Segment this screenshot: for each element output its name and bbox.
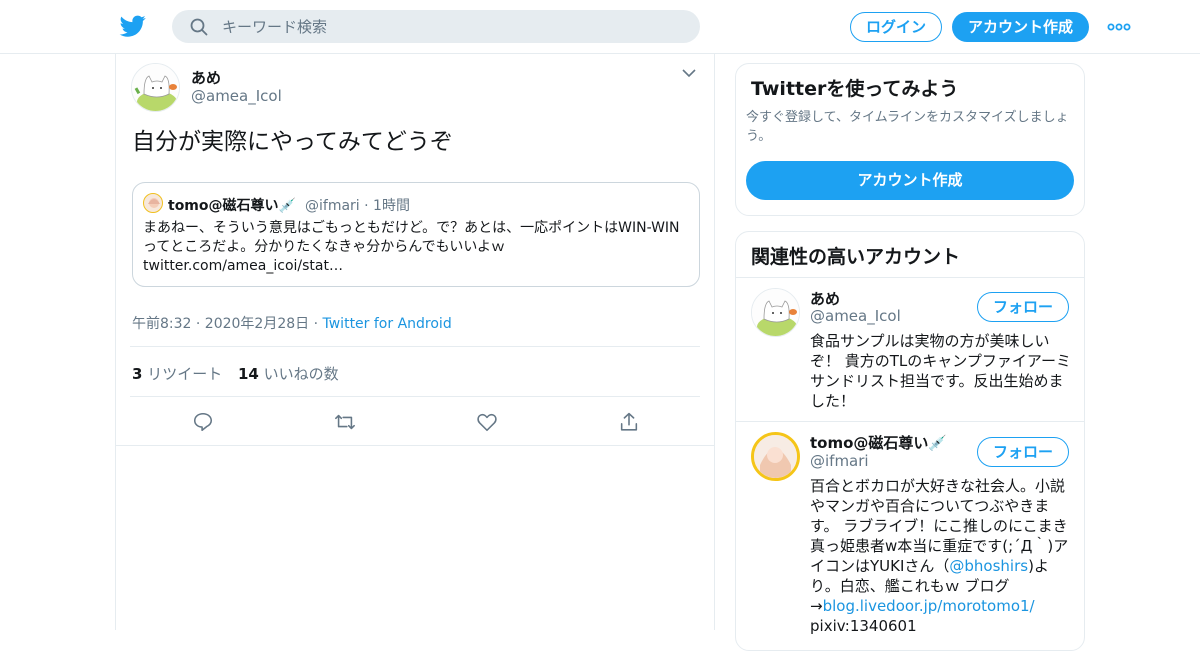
author-name[interactable]: あめ (191, 67, 221, 88)
login-button[interactable]: ログイン (850, 12, 942, 42)
cat-avatar-icon (132, 64, 179, 111)
retweet-icon[interactable] (334, 411, 356, 433)
relevant-accounts-title: 関連性の高いアカウント (751, 246, 961, 268)
signup-card: Twitterを使ってみよう 今すぐ登録して、タイムラインをカスタマイズしましょ… (735, 63, 1085, 216)
tweet-source-link[interactable]: Twitter for Android (323, 316, 452, 332)
account-bio: 食品サンプルは実物の方が美味しいぞ！ 貴方のTLのキャンプファイアーミサンドリス… (810, 332, 1071, 410)
account-avatar[interactable] (751, 288, 800, 337)
anime-avatar-icon (148, 198, 160, 208)
cat-avatar-icon (752, 289, 799, 336)
quoted-text: まあねー、そういう意見はごもっともだけど。で？あとは、一応ポイントはWIN-WI… (143, 220, 680, 274)
divider (736, 277, 1084, 278)
top-bar: ログイン アカウント作成 (0, 0, 1200, 54)
follow-button[interactable]: フォロー (977, 437, 1069, 467)
syringe-icon: 💉 (928, 434, 948, 452)
divider (736, 421, 1084, 422)
account-handle[interactable]: @ifmari (810, 452, 869, 470)
more-options-icon[interactable] (1107, 18, 1131, 36)
retweet-count[interactable]: 3 リツイート (132, 363, 222, 384)
tweet-timestamp: 午前8:32 · 2020年2月28日 (132, 316, 310, 332)
signup-card-title: Twitterを使ってみよう (751, 78, 959, 100)
quoted-author-avatar (143, 193, 163, 213)
signup-card-button[interactable]: アカウント作成 (746, 161, 1074, 200)
account-name[interactable]: tomo@磁石尊い💉 (810, 432, 947, 453)
quoted-tweet[interactable]: tomo@磁石尊い💉 @ifmari · 1時間 まあねー、そういう意見はごもっ… (132, 182, 700, 287)
search-input[interactable] (222, 10, 682, 43)
tweet-stats: 3 リツイート 14 いいねの数 (130, 346, 700, 397)
reply-icon[interactable] (192, 411, 214, 433)
like-count[interactable]: 14 いいねの数 (238, 363, 339, 384)
relevant-accounts-card: 関連性の高いアカウント あめ @amea_Icol フォロー 食品サンプルは実物… (735, 231, 1085, 651)
quoted-author-name: tomo@磁石尊い💉 (168, 198, 296, 214)
search-icon (190, 18, 208, 36)
follow-button[interactable]: フォロー (977, 292, 1069, 322)
blog-link[interactable]: blog.livedoor.jp/morotomo1/ (823, 597, 1035, 615)
tweet-actions (130, 397, 700, 445)
tweet-meta: 午前8:32 · 2020年2月28日 · Twitter for Androi… (132, 316, 452, 332)
share-icon[interactable] (618, 411, 640, 433)
tweet-text: 自分が実際にやってみてどうぞ (132, 129, 453, 155)
account-handle[interactable]: @amea_Icol (810, 307, 901, 325)
search-bar[interactable] (172, 10, 700, 43)
divider (116, 445, 714, 446)
chevron-down-icon[interactable] (682, 68, 696, 78)
account-name[interactable]: あめ (810, 288, 840, 309)
syringe-icon: 💉 (278, 198, 296, 214)
twitter-bird-icon[interactable] (119, 13, 147, 39)
author-handle[interactable]: @amea_Icol (191, 87, 282, 105)
quoted-author-handle: @ifmari · 1時間 (305, 198, 410, 214)
like-heart-icon[interactable] (476, 411, 498, 433)
author-avatar[interactable] (131, 63, 180, 112)
signup-button[interactable]: アカウント作成 (952, 12, 1089, 42)
quoted-time: 1時間 (373, 198, 410, 214)
tweet-detail: あめ @amea_Icol 自分が実際にやってみてどうぞ tomo@磁石尊い💉 … (115, 54, 715, 630)
signup-card-description: 今すぐ登録して、タイムラインをカスタマイズしましょう。 (746, 110, 1069, 144)
account-bio: 百合とボカロが大好きな社会人。小説やマンガや百合についてつぶやきます。 ラブライ… (810, 477, 1069, 635)
mention-link[interactable]: @bhoshirs (949, 557, 1028, 575)
anime-avatar-icon (754, 435, 797, 478)
account-avatar[interactable] (751, 432, 800, 481)
